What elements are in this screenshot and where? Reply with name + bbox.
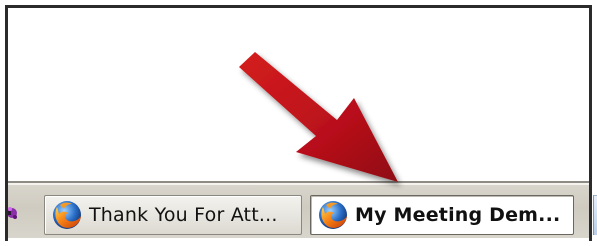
- taskbar-button-my-meeting[interactable]: My Meeting Dem...: [310, 195, 574, 235]
- taskbar: Thank You For Att... My Meeting Dem...: [8, 181, 597, 238]
- taskbar-button-label: Thank You For Att...: [89, 204, 278, 226]
- taskbar-button-label: My Meeting Dem...: [355, 204, 561, 226]
- screenshot: Thank You For Att... My Meeting Dem...: [0, 0, 597, 246]
- taskbar-tray-edge: [593, 195, 597, 235]
- firefox-icon: [319, 201, 347, 229]
- taskbar-button-thank-you[interactable]: Thank You For Att...: [44, 195, 302, 235]
- browser-content-area: [8, 8, 589, 181]
- quick-launch-icon[interactable]: [8, 201, 20, 225]
- taskbar-highlight: [8, 183, 589, 185]
- firefox-icon: [53, 201, 81, 229]
